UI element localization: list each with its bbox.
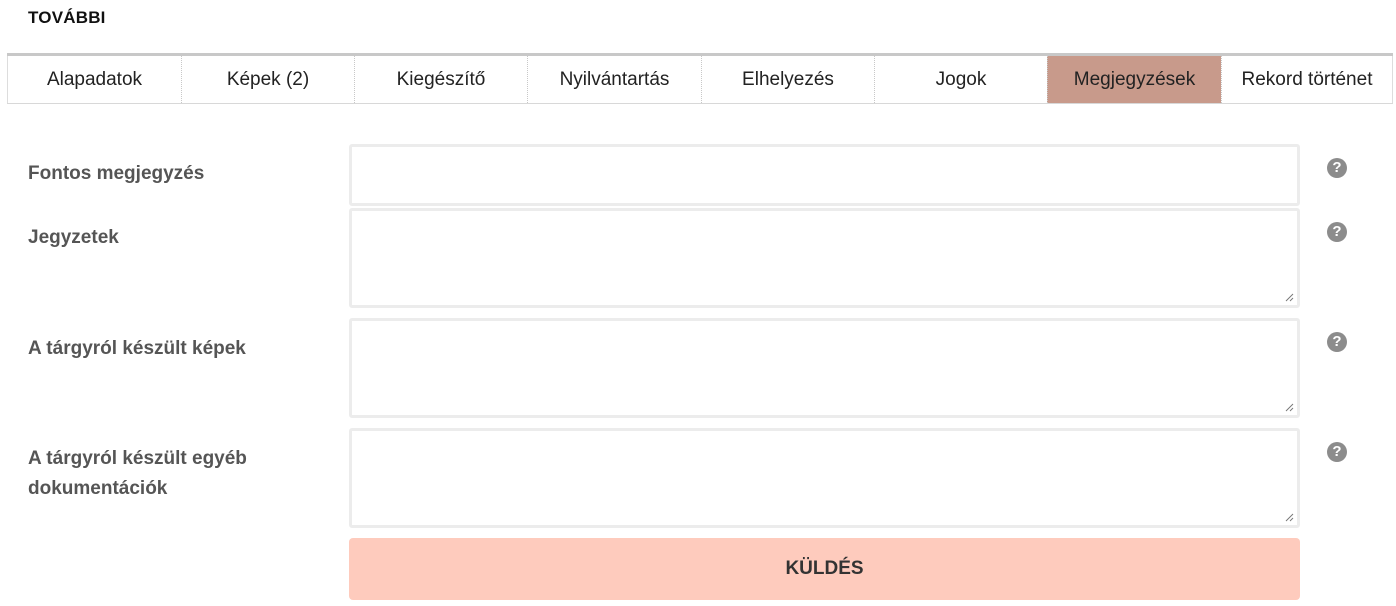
notes-textarea[interactable] (349, 208, 1300, 308)
tab-jogok[interactable]: Jogok (874, 56, 1047, 103)
resize-grip-icon[interactable] (1285, 513, 1294, 522)
object-images-textarea[interactable] (349, 318, 1300, 418)
question-circle-icon[interactable]: ? (1327, 332, 1347, 352)
tab-alapadatok[interactable]: Alapadatok (7, 56, 181, 103)
tab-elhelyezes[interactable]: Elhelyezés (701, 56, 874, 103)
submit-button[interactable]: KÜLDÉS (349, 538, 1300, 600)
tab-bar: Alapadatok Képek (2) Kiegészítő Nyilvánt… (7, 53, 1393, 104)
notes-label: Jegyzetek (28, 227, 119, 248)
tab-kepek[interactable]: Képek (2) (181, 56, 354, 103)
important-note-label: Fontos megjegyzés (28, 163, 205, 184)
tab-rekord-tortenet[interactable]: Rekord történet (1221, 56, 1393, 103)
section-title: TOVÁBBI (28, 8, 106, 27)
object-docs-textarea[interactable] (349, 428, 1300, 528)
object-images-label: A tárgyról készült képek (28, 338, 246, 359)
question-circle-icon[interactable]: ? (1327, 442, 1347, 462)
resize-grip-icon[interactable] (1285, 403, 1294, 412)
tab-nyilvantartas[interactable]: Nyilvántartás (527, 56, 701, 103)
tab-megjegyzesek[interactable]: Megjegyzések (1047, 56, 1221, 103)
object-docs-label: A tárgyról készült egyéb dokumentációk (28, 448, 247, 499)
tab-kiegeszito[interactable]: Kiegészítő (354, 56, 527, 103)
resize-grip-icon[interactable] (1285, 293, 1294, 302)
question-circle-icon[interactable]: ? (1327, 158, 1347, 178)
question-circle-icon[interactable]: ? (1327, 222, 1347, 242)
important-note-input[interactable] (349, 144, 1300, 206)
